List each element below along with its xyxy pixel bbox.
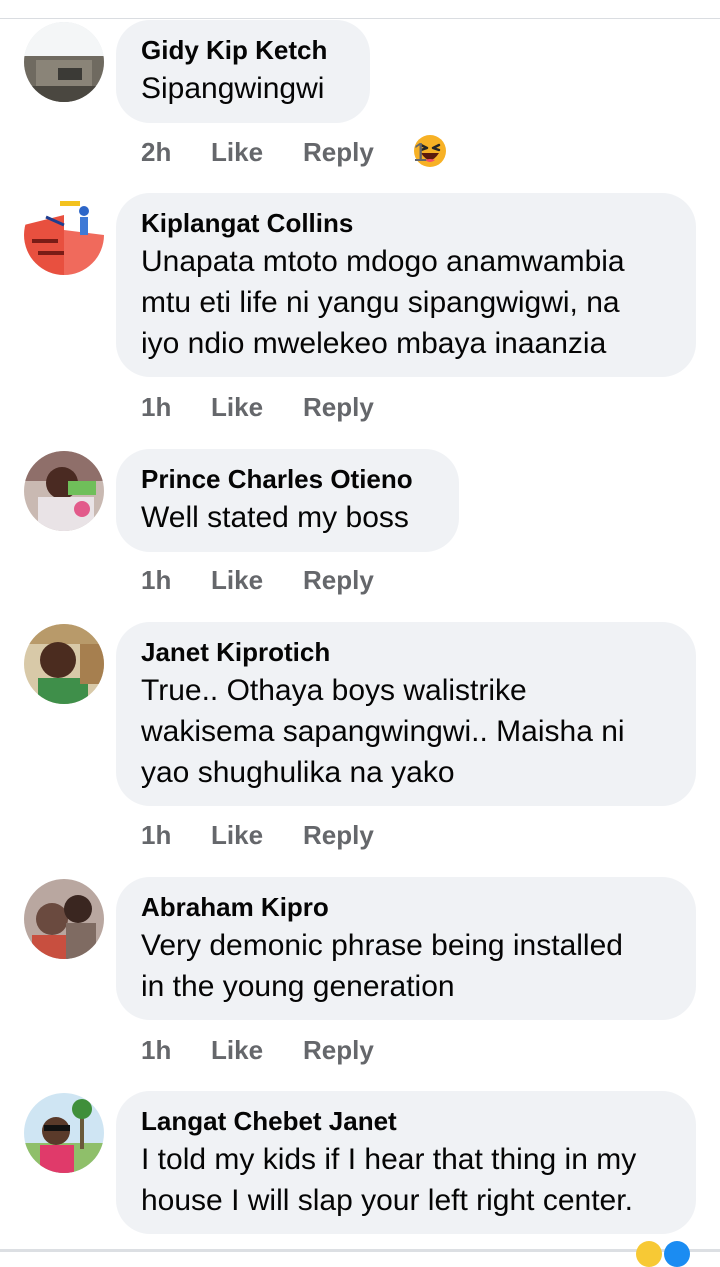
comment-text: Well stated my boss	[141, 501, 409, 534]
avatar[interactable]	[24, 879, 104, 959]
reply-button[interactable]: Reply	[303, 562, 374, 598]
avatar[interactable]	[24, 195, 104, 275]
avatar[interactable]	[24, 451, 104, 531]
comment-author[interactable]: Janet Kiprotich	[141, 637, 670, 667]
like-button[interactable]: Like	[211, 389, 263, 425]
comment-text: Very demonic phrase being installed in t…	[141, 929, 623, 1003]
avatar-photo	[24, 624, 104, 704]
comment-text: True.. Othaya boys walistrike wakisema s…	[141, 674, 625, 789]
comment-bubble: Kiplangat Collins Unapata mtoto mdogo an…	[116, 193, 696, 377]
comment-time[interactable]: 1h	[141, 562, 171, 598]
comment-author[interactable]: Abraham Kipro	[141, 892, 670, 922]
avatar-photo	[24, 195, 104, 275]
avatar[interactable]	[24, 1093, 104, 1173]
comment-time[interactable]: 2h	[141, 134, 171, 170]
reply-button[interactable]: Reply	[303, 1032, 374, 1068]
reply-button[interactable]: Reply	[303, 389, 374, 425]
reaction-summary[interactable]: 1	[413, 134, 447, 168]
like-button[interactable]: Like	[211, 562, 263, 598]
comment-text: I told my kids if I hear that thing in m…	[141, 1143, 637, 1217]
comment-text: Sipangwingwi	[141, 72, 325, 105]
comment-bubble: Janet Kiprotich True.. Othaya boys walis…	[116, 622, 696, 806]
avatar[interactable]	[24, 22, 104, 102]
like-button[interactable]: Like	[211, 817, 263, 853]
comment-time[interactable]: 1h	[141, 1032, 171, 1068]
top-divider	[0, 18, 720, 19]
comment-bubble: Gidy Kip Ketch Sipangwingwi	[116, 20, 370, 123]
avatar-photo	[24, 22, 104, 102]
reply-button[interactable]: Reply	[303, 817, 374, 853]
comment-text: Unapata mtoto mdogo anamwambia mtu eti l…	[141, 245, 625, 360]
avatar-photo	[24, 451, 104, 531]
comment-author[interactable]: Langat Chebet Janet	[141, 1106, 670, 1136]
reaction-peek-icon	[664, 1241, 690, 1267]
comment-time[interactable]: 1h	[141, 389, 171, 425]
reply-button[interactable]: Reply	[303, 134, 374, 170]
comment-bubble: Langat Chebet Janet I told my kids if I …	[116, 1091, 696, 1234]
like-button[interactable]: Like	[211, 1032, 263, 1068]
reaction-count: 1	[413, 137, 428, 167]
like-button[interactable]: Like	[211, 134, 263, 170]
avatar[interactable]	[24, 624, 104, 704]
comment-author[interactable]: Gidy Kip Ketch	[141, 35, 344, 65]
comment-author[interactable]: Kiplangat Collins	[141, 208, 670, 238]
comment-time[interactable]: 1h	[141, 817, 171, 853]
comment-bubble: Prince Charles Otieno Well stated my bos…	[116, 449, 459, 552]
comment-author[interactable]: Prince Charles Otieno	[141, 464, 433, 494]
reaction-peek-icon	[636, 1241, 662, 1267]
avatar-photo	[24, 1093, 104, 1173]
avatar-photo	[24, 879, 104, 959]
comment-bubble: Abraham Kipro Very demonic phrase being …	[116, 877, 696, 1020]
